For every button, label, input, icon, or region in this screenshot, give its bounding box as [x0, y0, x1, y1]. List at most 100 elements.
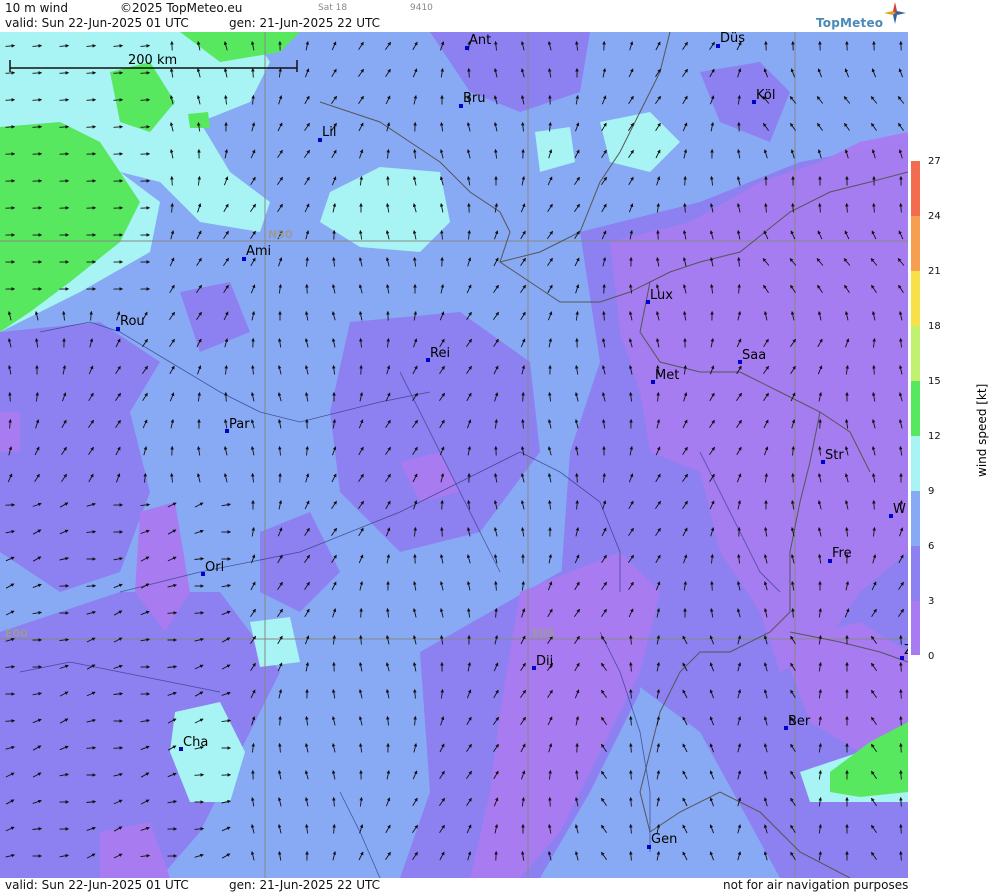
compass-icon — [884, 2, 906, 24]
wind-arrow — [386, 175, 390, 186]
disclaimer: not for air navigation purposes — [723, 878, 909, 892]
wind-arrow — [5, 125, 16, 129]
footer-valid-time: valid: Sun 22-Jun-2025 01 UTC — [5, 878, 189, 892]
tick-0: 0 — [928, 651, 934, 662]
day-code: Sat 18 — [318, 3, 348, 13]
city-ber[interactable]: Ber — [788, 714, 811, 729]
city-ami[interactable]: Ami — [246, 244, 271, 259]
map-title: 10 m wind — [5, 1, 68, 15]
city-w[interactable]: W — [893, 502, 906, 517]
city-orl[interactable]: Orl — [205, 560, 224, 575]
wind-arrow — [167, 611, 178, 615]
city-lil[interactable]: Lil — [322, 125, 336, 140]
city-cha[interactable]: Cha — [183, 735, 208, 750]
wind-arrow — [440, 499, 444, 510]
city-met[interactable]: Met — [655, 368, 679, 383]
footer-bar: valid: Sun 22-Jun-2025 01 UTC gen: 21-Ju… — [0, 878, 1000, 893]
wind-arrow — [899, 742, 903, 753]
tick-3: 3 — [928, 596, 934, 607]
city-saa[interactable]: Saa — [742, 348, 766, 363]
wind-arrow — [113, 71, 124, 75]
wind-map[interactable]: 200 km N50 E00 E05 Ant Düs Köl Bru Lil A… — [0, 32, 908, 878]
wind-arrow — [170, 175, 174, 186]
wind-arrow — [194, 773, 205, 777]
tick-24: 24 — [928, 211, 941, 222]
header-bar: 10 m wind ©2025 TopMeteo.eu Sat 18 9410 … — [0, 0, 1000, 32]
wind-arrow — [140, 71, 151, 75]
city-ant[interactable]: Ant — [469, 33, 491, 48]
wind-arrow — [791, 607, 795, 618]
city-dij[interactable]: Dij — [536, 654, 553, 669]
generated-time: gen: 21-Jun-2025 22 UTC — [229, 16, 381, 30]
legend-panel: 27 24 21 18 15 12 9 6 3 0 wind speed [kt… — [908, 32, 1000, 878]
wind-arrow — [32, 71, 43, 75]
city-str[interactable]: Str — [825, 448, 844, 463]
wind-arrow — [5, 719, 16, 723]
wind-arrow — [86, 584, 97, 588]
footer-generated-time: gen: 21-Jun-2025 22 UTC — [229, 878, 381, 892]
tick-6: 6 — [928, 541, 934, 552]
wind-arrow — [899, 823, 903, 834]
city-par[interactable]: Par — [229, 417, 250, 432]
wind-arrow — [59, 71, 70, 75]
wind-arrow — [113, 125, 124, 129]
wind-arrow — [899, 850, 903, 861]
wind-arrow — [113, 98, 124, 102]
valid-time: valid: Sun 22-Jun-2025 01 UTC — [5, 16, 189, 30]
scale-label: 200 km — [128, 53, 177, 68]
wind-arrow — [710, 580, 714, 591]
legend-ticks: 27 24 21 18 15 12 9 6 3 0 — [928, 156, 941, 662]
city-bru[interactable]: Bru — [463, 91, 486, 106]
wind-arrow — [86, 125, 97, 129]
city-rou[interactable]: Rou — [120, 314, 145, 329]
wind-arrow — [305, 283, 309, 294]
city-rei[interactable]: Rei — [430, 346, 450, 361]
tick-21: 21 — [928, 266, 941, 277]
tick-15: 15 — [928, 376, 941, 387]
wind-arrow — [8, 391, 12, 402]
wind-arrow — [5, 98, 16, 102]
wind-arrow — [791, 472, 795, 483]
wind-arrow — [86, 746, 97, 750]
wind-arrow — [224, 391, 228, 402]
wind-arrow — [872, 364, 876, 375]
wind-arrow — [113, 746, 124, 750]
wind-arrow — [359, 607, 363, 618]
wind-arrow — [872, 499, 876, 510]
legend-title: wind speed [kt] — [975, 384, 989, 477]
wind-arrow — [32, 98, 43, 102]
wind-arrow — [899, 661, 903, 672]
wind-arrow — [899, 715, 903, 726]
tick-27: 27 — [928, 156, 941, 167]
logo-text: TopMeteo — [816, 16, 884, 30]
wind-arrow — [140, 125, 151, 129]
wind-arrow — [602, 283, 606, 294]
city-gen[interactable]: Gen — [651, 832, 677, 847]
city-dus[interactable]: Düs — [720, 32, 745, 46]
topmeteo-logo[interactable]: TopMeteo — [812, 2, 908, 30]
wind-arrow — [467, 67, 471, 78]
wind-arrow — [5, 71, 16, 75]
tick-18: 18 — [928, 321, 941, 332]
city-kol[interactable]: Köl — [756, 88, 775, 103]
wind-arrow — [251, 67, 255, 78]
wind-arrow — [59, 125, 70, 129]
wind-arrow — [548, 796, 552, 807]
lon-label-e00: E00 — [5, 627, 28, 640]
wind-arrow — [899, 769, 903, 780]
run-code: 9410 — [410, 3, 433, 13]
wind-arrow — [59, 98, 70, 102]
wind-arrow — [899, 634, 903, 645]
city-fre[interactable]: Fre — [832, 546, 852, 561]
wind-arrow — [86, 98, 97, 102]
city-lux[interactable]: Lux — [650, 288, 673, 303]
wind-arrow — [899, 688, 903, 699]
lon-label-e05: E05 — [532, 627, 555, 640]
wind-arrow — [683, 175, 687, 186]
copyright: ©2025 TopMeteo.eu — [120, 1, 243, 15]
legend-colorbar — [911, 161, 920, 655]
wind-arrow — [278, 715, 282, 726]
wind-arrow — [140, 98, 151, 102]
wind-arrow — [899, 796, 903, 807]
wind-arrow — [32, 125, 43, 129]
